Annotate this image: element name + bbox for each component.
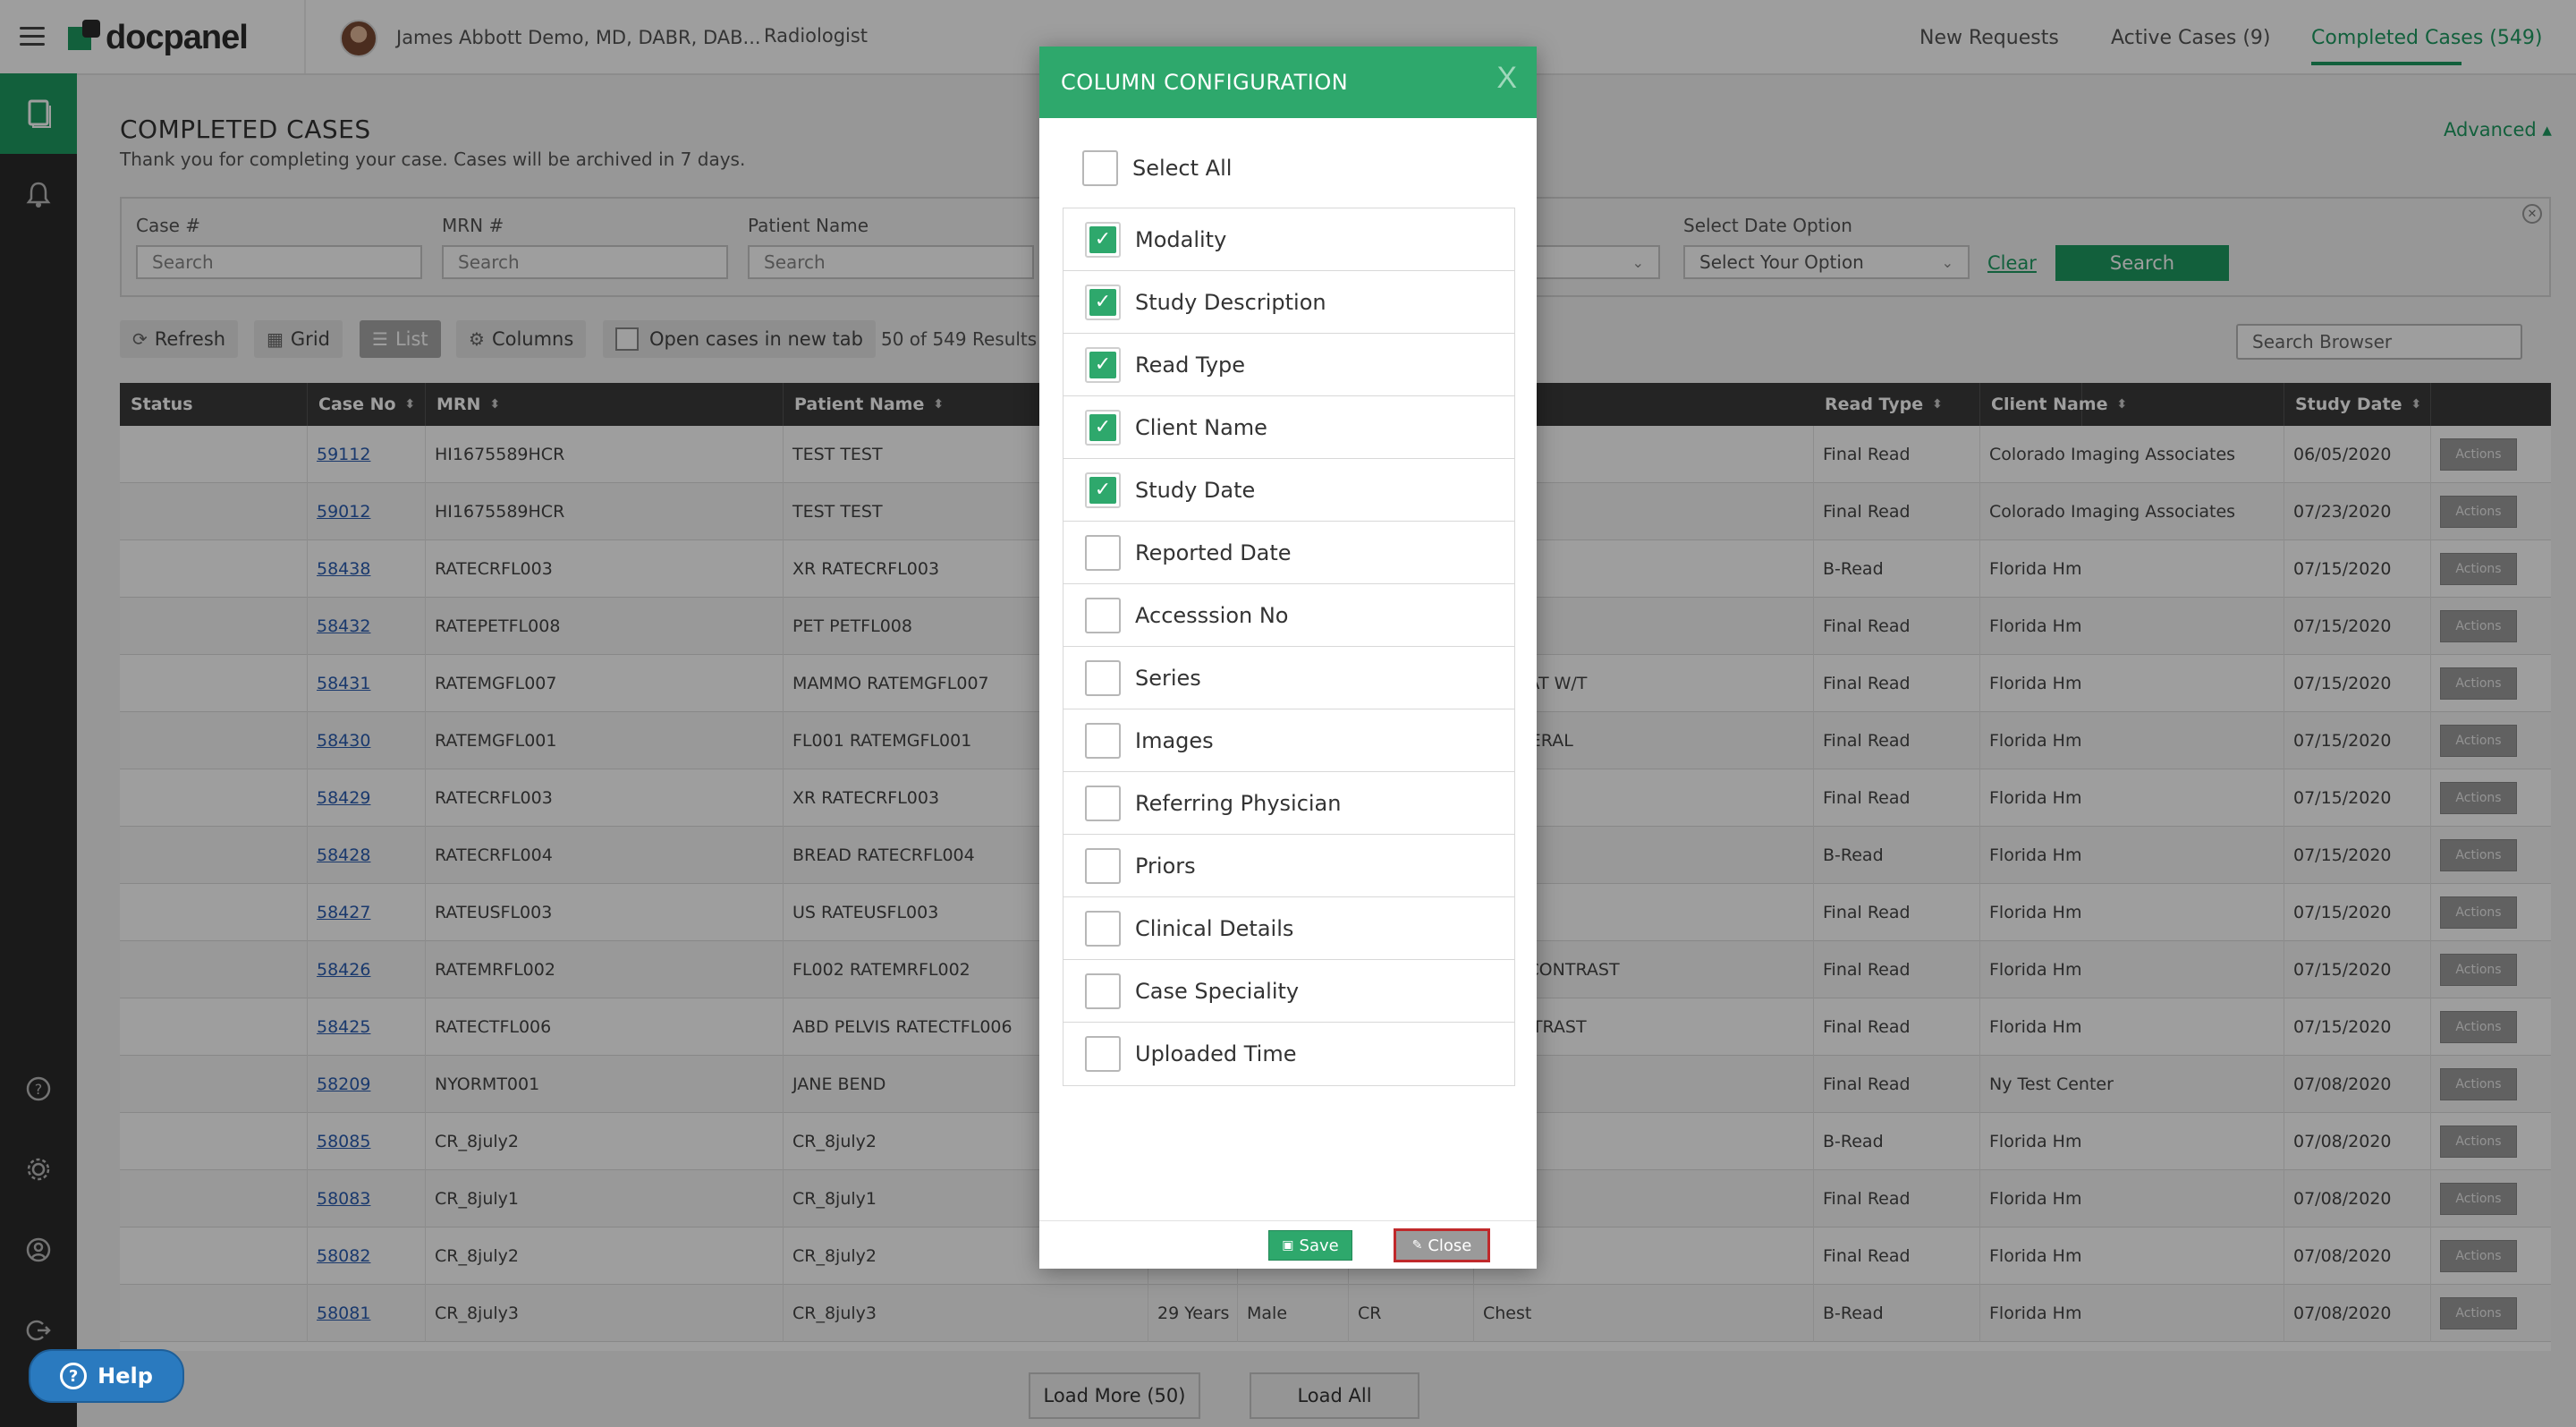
column-option[interactable]: ✓ Study Date: [1063, 459, 1514, 522]
checkmark-icon: ✓: [1089, 351, 1116, 378]
column-option-label: Images: [1135, 727, 1214, 753]
column-option-label: Reported Date: [1135, 539, 1292, 565]
column-option-checkbox[interactable]: ✓: [1085, 471, 1121, 508]
modal-close-x-icon[interactable]: X: [1496, 61, 1517, 96]
close-label: Close: [1428, 1236, 1472, 1255]
column-option-label: Client Name: [1135, 414, 1267, 440]
column-option-checkbox[interactable]: [1085, 1036, 1121, 1072]
column-option-label: Modality: [1135, 226, 1227, 252]
checkmark-icon: ✓: [1089, 413, 1116, 441]
modal-header: COLUMN CONFIGURATION X: [1039, 47, 1537, 118]
column-configuration-modal: COLUMN CONFIGURATION X Select All ✓ Modal…: [1039, 47, 1537, 1269]
select-all-label: Select All: [1132, 156, 1233, 181]
column-option[interactable]: ✓ Modality: [1063, 208, 1514, 271]
column-option[interactable]: Images: [1063, 709, 1514, 772]
column-option[interactable]: ✓ Read Type: [1063, 334, 1514, 396]
column-option[interactable]: Uploaded Time: [1063, 1023, 1514, 1085]
column-option-checkbox[interactable]: ✓: [1085, 221, 1121, 258]
column-option[interactable]: Accesssion No: [1063, 584, 1514, 647]
save-button[interactable]: ▣ Save: [1268, 1230, 1352, 1261]
column-option-label: Study Date: [1135, 477, 1256, 503]
modal-title: COLUMN CONFIGURATION: [1061, 70, 1349, 95]
column-option-checkbox[interactable]: [1085, 847, 1121, 884]
column-options-list: ✓ Modality ✓ Study Description ✓ Read Type ✓ Cl…: [1063, 208, 1515, 1086]
column-option[interactable]: Clinical Details: [1063, 897, 1514, 960]
help-label: Help: [97, 1363, 153, 1389]
column-option-checkbox[interactable]: ✓: [1085, 409, 1121, 446]
checkmark-icon: ✓: [1089, 225, 1116, 253]
column-option-checkbox[interactable]: [1085, 659, 1121, 696]
column-option-checkbox[interactable]: [1085, 973, 1121, 1009]
column-option-checkbox[interactable]: [1085, 722, 1121, 759]
column-option-label: Referring Physician: [1135, 790, 1342, 816]
column-option[interactable]: Referring Physician: [1063, 772, 1514, 835]
question-icon: ?: [60, 1363, 88, 1389]
column-option[interactable]: ✓ Study Description: [1063, 271, 1514, 334]
column-option-label: Clinical Details: [1135, 915, 1294, 941]
column-option-label: Study Description: [1135, 289, 1326, 315]
column-option-checkbox[interactable]: ✓: [1085, 284, 1121, 320]
column-option-label: Read Type: [1135, 352, 1246, 378]
column-option-checkbox[interactable]: [1085, 597, 1121, 633]
close-button[interactable]: ✎ Close: [1394, 1228, 1490, 1262]
column-option[interactable]: Priors: [1063, 835, 1514, 897]
save-label: Save: [1299, 1236, 1339, 1255]
column-option-checkbox[interactable]: [1085, 534, 1121, 571]
column-option-label: Priors: [1135, 853, 1196, 879]
column-option-checkbox[interactable]: [1085, 785, 1121, 821]
floppy-icon: ▣: [1282, 1238, 1294, 1253]
column-option-label: Series: [1135, 665, 1201, 691]
column-option-checkbox[interactable]: [1085, 910, 1121, 947]
column-option[interactable]: Reported Date: [1063, 522, 1514, 584]
column-option[interactable]: Series: [1063, 647, 1514, 709]
column-option[interactable]: Case Speciality: [1063, 960, 1514, 1023]
help-button[interactable]: ? Help: [29, 1349, 184, 1403]
checkmark-icon: ✓: [1089, 288, 1116, 316]
column-option-label: Uploaded Time: [1135, 1041, 1297, 1066]
column-option[interactable]: ✓ Client Name: [1063, 396, 1514, 459]
column-option-label: Accesssion No: [1135, 602, 1289, 628]
select-all-option[interactable]: Select All: [1082, 150, 1232, 186]
select-all-checkbox[interactable]: [1082, 150, 1118, 186]
modal-footer: ▣ Save ✎ Close: [1039, 1220, 1537, 1269]
column-option-checkbox[interactable]: ✓: [1085, 346, 1121, 383]
eraser-icon: ✎: [1411, 1238, 1423, 1253]
checkmark-icon: ✓: [1089, 476, 1116, 504]
column-option-label: Case Speciality: [1135, 978, 1300, 1004]
